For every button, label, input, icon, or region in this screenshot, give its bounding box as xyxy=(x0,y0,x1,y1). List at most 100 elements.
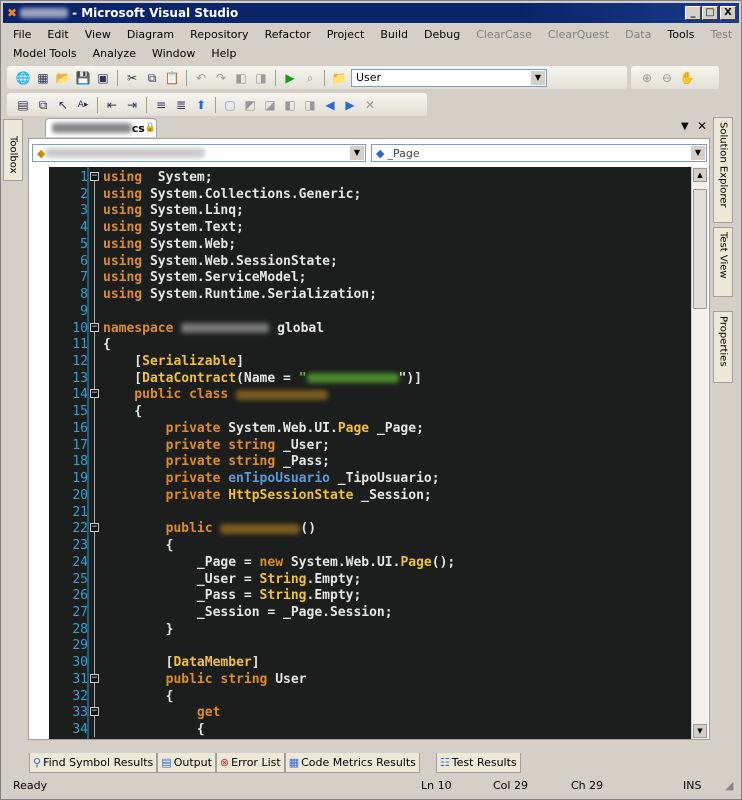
type-nav-combo[interactable]: ◆ ▼ xyxy=(32,144,366,162)
code-editor[interactable]: 1− using System; 2 using System.Collections… xyxy=(49,167,691,739)
code-line[interactable]: 31− public string User xyxy=(49,671,689,688)
start-debug-icon[interactable]: ▶ xyxy=(282,70,298,86)
code-line[interactable]: 28 } xyxy=(49,621,689,638)
code-line[interactable]: 29 xyxy=(49,637,689,654)
redo-icon[interactable]: ↷ xyxy=(213,70,229,86)
menu-clearcase[interactable]: ClearCase xyxy=(468,28,540,41)
next-bookmark-icon[interactable]: ◪ xyxy=(262,97,278,113)
zoom-out-icon[interactable]: ⊖ xyxy=(659,70,675,86)
code-line[interactable]: 34 { xyxy=(49,721,689,738)
member-nav-combo[interactable]: ◆ _Page ▼ xyxy=(371,144,707,162)
tab-test-results[interactable]: ☷ Test Results xyxy=(435,753,521,773)
tab-output[interactable]: ▤ Output xyxy=(157,753,216,773)
clear-bookmarks-icon[interactable]: ✕ xyxy=(362,97,378,113)
collapse-region-icon[interactable]: − xyxy=(90,172,99,181)
code-line[interactable]: 21 xyxy=(49,504,689,521)
tab-find-symbol-results[interactable]: ⚲ Find Symbol Results xyxy=(29,753,158,773)
code-line[interactable]: 23 { xyxy=(49,537,689,554)
collapse-region-icon[interactable]: − xyxy=(90,322,99,332)
code-line[interactable]: 7 using System.ServiceModel; xyxy=(49,269,689,286)
arrow-up-icon[interactable]: ⬆ xyxy=(193,97,209,113)
code-line[interactable]: 13 [DataContract(Name = " ")] xyxy=(49,370,689,387)
bookmark-icon[interactable]: ▢ xyxy=(222,97,238,113)
font-size-icon[interactable]: A▸ xyxy=(75,97,91,113)
menu-refactor[interactable]: Refactor xyxy=(257,28,319,41)
undo-icon[interactable]: ↶ xyxy=(193,70,209,86)
prev-bookmark-doc-icon[interactable]: ◀ xyxy=(322,97,338,113)
menu-build[interactable]: Build xyxy=(372,28,416,41)
menu-debug[interactable]: Debug xyxy=(416,28,468,41)
uncomment-icon[interactable]: ≣ xyxy=(173,97,189,113)
code-line[interactable]: 4 using System.Text; xyxy=(49,219,689,236)
maximize-button[interactable]: □ xyxy=(702,6,718,20)
code-line[interactable]: 8 using System.Runtime.Serialization; xyxy=(49,286,689,303)
code-line[interactable]: 17 private string _User; xyxy=(49,437,689,454)
menu-file[interactable]: File xyxy=(5,28,39,41)
navigate-forward-icon[interactable]: ◨ xyxy=(253,70,269,86)
chevron-down-icon[interactable]: ▼ xyxy=(531,70,545,85)
code-line[interactable]: 10− namespace global xyxy=(49,320,689,337)
next-bookmark-folder-icon[interactable]: ◨ xyxy=(302,97,318,113)
scroll-up-icon[interactable]: ▲ xyxy=(693,168,707,182)
next-bookmark-doc-icon[interactable]: ▶ xyxy=(342,97,358,113)
code-line[interactable]: 6 using System.Web.SessionState; xyxy=(49,253,689,270)
code-line[interactable]: 18 private string _Pass; xyxy=(49,453,689,470)
code-line[interactable]: 24 _Page = new System.Web.UI.Page(); xyxy=(49,554,689,571)
add-item-icon[interactable]: ▦ xyxy=(35,70,51,86)
prev-bookmark-folder-icon[interactable]: ◧ xyxy=(282,97,298,113)
code-line[interactable]: 11 { xyxy=(49,336,689,353)
collapse-region-icon[interactable]: − xyxy=(90,673,99,683)
code-line[interactable]: 26 _Pass = String.Empty; xyxy=(49,587,689,604)
pointer-icon[interactable]: ↖ xyxy=(55,97,71,113)
find-combo[interactable]: User ▼ xyxy=(351,68,547,87)
code-line[interactable]: 32 { xyxy=(49,688,689,705)
save-icon[interactable]: 💾 xyxy=(75,70,91,86)
document-tab[interactable]: cs 🔒 xyxy=(45,118,157,137)
navigate-back-icon[interactable]: ◧ xyxy=(233,70,249,86)
find-folder-icon[interactable]: 📁 xyxy=(331,70,347,86)
code-line[interactable]: 16 private System.Web.UI.Page _Page; xyxy=(49,420,689,437)
menu-data[interactable]: Data xyxy=(617,28,659,41)
menu-diagram[interactable]: Diagram xyxy=(119,28,182,41)
tab-code-metrics-results[interactable]: ▦ Code Metrics Results xyxy=(284,753,420,773)
object-browser-icon[interactable]: ▤ xyxy=(15,97,31,113)
class-view-icon[interactable]: ⧉ xyxy=(35,97,51,113)
open-file-icon[interactable]: 📂 xyxy=(55,70,71,86)
properties-tab[interactable]: Properties xyxy=(713,311,733,383)
chevron-down-icon[interactable]: ▼ xyxy=(350,146,364,160)
code-line[interactable]: 33− get xyxy=(49,704,689,721)
collapse-region-icon[interactable]: − xyxy=(90,523,99,533)
prev-bookmark-icon[interactable]: ◩ xyxy=(242,97,258,113)
code-line[interactable]: 1− using System; xyxy=(49,169,689,186)
tab-error-list[interactable]: ⊗ Error List xyxy=(215,753,285,773)
window-list-dropdown-icon[interactable]: ▼ xyxy=(681,121,689,132)
code-line[interactable]: 15 { xyxy=(49,403,689,420)
menu-test[interactable]: Test xyxy=(702,28,740,41)
menu-repository[interactable]: Repository xyxy=(182,28,257,41)
menu-window[interactable]: Window xyxy=(144,47,203,60)
outdent-icon[interactable]: ⇤ xyxy=(104,97,120,113)
code-line[interactable]: 14− public class xyxy=(49,386,689,403)
close-document-icon[interactable]: ✕ xyxy=(697,119,707,133)
collapse-region-icon[interactable]: − xyxy=(90,389,99,399)
chevron-down-icon[interactable]: ▼ xyxy=(691,146,705,160)
save-all-icon[interactable]: ▣ xyxy=(95,70,111,86)
toolbox-panel-tab[interactable]: Toolbox xyxy=(3,119,23,181)
code-line[interactable]: 25 _User = String.Empty; xyxy=(49,571,689,588)
code-line[interactable]: 2 using System.Collections.Generic; xyxy=(49,186,689,203)
paste-icon[interactable]: 📋 xyxy=(164,70,180,86)
pan-hand-icon[interactable]: ✋ xyxy=(679,70,695,86)
menu-analyze[interactable]: Analyze xyxy=(85,47,144,60)
new-project-icon[interactable]: 🌐 xyxy=(15,70,31,86)
copy-icon[interactable]: ⧉ xyxy=(144,70,160,86)
menu-project[interactable]: Project xyxy=(319,28,373,41)
code-line[interactable]: 5 using System.Web; xyxy=(49,236,689,253)
scroll-thumb[interactable] xyxy=(693,189,707,309)
code-line[interactable]: 20 private HttpSessionState _Session; xyxy=(49,487,689,504)
code-line[interactable]: 19 private enTipoUsuario _TipoUsuario; xyxy=(49,470,689,487)
menu-edit[interactable]: Edit xyxy=(39,28,76,41)
code-line[interactable]: 30 [DataMember] xyxy=(49,654,689,671)
cut-icon[interactable]: ✂ xyxy=(124,70,140,86)
menu-help[interactable]: Help xyxy=(203,47,244,60)
menu-model-tools[interactable]: Model Tools xyxy=(5,47,85,60)
